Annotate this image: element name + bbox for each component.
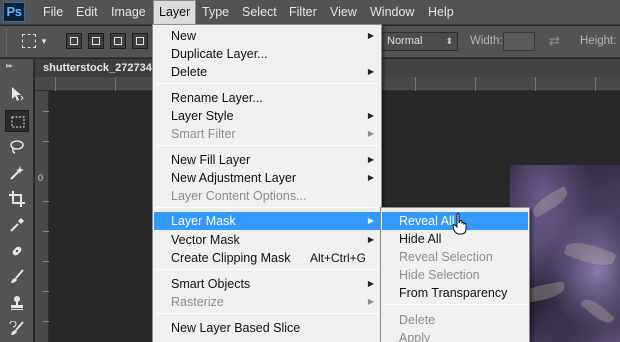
menu-separator <box>155 269 379 270</box>
menu-item-rename-layer[interactable]: Rename Layer... <box>154 89 380 107</box>
subtract-from-selection-icon[interactable] <box>110 33 126 49</box>
clone-stamp-tool-icon[interactable] <box>5 292 29 314</box>
new-selection-icon[interactable] <box>66 33 82 49</box>
menu-item-new[interactable]: New ▶ <box>154 27 380 45</box>
menu-file[interactable]: File <box>38 0 68 25</box>
menu-item-new-fill-layer[interactable]: New Fill Layer ▶ <box>154 151 380 169</box>
swap-icon[interactable]: ⇄ <box>549 33 560 49</box>
intersect-selection-icon[interactable] <box>132 33 148 49</box>
photoshop-logo: Ps <box>3 2 25 22</box>
add-to-selection-icon[interactable] <box>88 33 104 49</box>
options-bar-grip[interactable] <box>6 29 9 55</box>
menu-item-new-adjustment-layer[interactable]: New Adjustment Layer ▶ <box>154 169 380 187</box>
menu-item-layer-mask[interactable]: Layer Mask ▶ <box>154 212 380 230</box>
move-tool-icon[interactable] <box>5 83 29 105</box>
width-label: Width: <box>470 35 503 47</box>
menu-item-rasterize: Rasterize ▶ <box>171 295 374 309</box>
menu-item-layer-style[interactable]: Layer Style ▶ <box>154 107 380 125</box>
submenu-arrow-icon: ▶ <box>367 297 374 306</box>
submenu-arrow-icon: ▶ <box>367 111 374 120</box>
document-tab[interactable]: shutterstock_2727345 <box>35 59 155 77</box>
menu-item-layer-content-options: Layer Content Options... <box>171 189 307 203</box>
marquee-preset-icon[interactable] <box>22 34 36 48</box>
magic-wand-tool-icon[interactable] <box>5 162 29 184</box>
updown-arrow-icon: ⬍ <box>445 36 453 46</box>
menu-item-vector-mask[interactable]: Vector Mask ▶ <box>154 231 380 249</box>
submenu-arrow-icon: ▶ <box>367 235 374 244</box>
submenu-arrow-icon: ▶ <box>367 129 374 138</box>
collapse-panel-icon[interactable]: ▸▸ <box>6 61 13 70</box>
menu-select[interactable]: Select <box>237 0 282 25</box>
menu-separator <box>383 304 527 305</box>
menu-item-new-layer-based-slice[interactable]: New Layer Based Slice <box>154 319 380 337</box>
height-label: Height: <box>580 35 617 47</box>
submenu-item-from-transparency[interactable]: From Transparency <box>382 284 528 302</box>
brush-tool-icon[interactable] <box>5 266 29 288</box>
tools-panel: ▸▸ <box>0 59 34 342</box>
submenu-arrow-icon: ▶ <box>367 173 374 182</box>
submenu-arrow-icon: ▶ <box>367 216 374 225</box>
history-brush-tool-icon[interactable] <box>5 318 29 340</box>
submenu-arrow-icon: ▶ <box>367 279 374 288</box>
eyedropper-tool-icon[interactable] <box>5 214 29 236</box>
menu-item-create-clipping-mask[interactable]: Create Clipping Mask Alt+Ctrl+G <box>154 249 380 267</box>
shortcut-label: Alt+Ctrl+G <box>309 251 366 265</box>
healing-brush-tool-icon[interactable] <box>5 240 29 262</box>
submenu-item-hide-selection: Hide Selection <box>399 268 480 282</box>
menu-view[interactable]: View <box>325 0 362 25</box>
menu-edit[interactable]: Edit <box>71 0 103 25</box>
crop-tool-icon[interactable] <box>5 188 29 210</box>
menu-separator <box>155 207 379 208</box>
ruler-zero-label: 0 <box>38 173 44 183</box>
menu-help[interactable]: Help <box>423 0 459 25</box>
menu-separator <box>155 313 379 314</box>
lasso-tool-icon[interactable] <box>5 136 29 158</box>
layer-menu-dropdown: New ▶ Duplicate Layer... Delete ▶ Rename L… <box>152 24 382 342</box>
menu-item-smart-objects[interactable]: Smart Objects ▶ <box>154 275 380 293</box>
width-field[interactable] <box>503 32 535 51</box>
chevron-down-icon[interactable]: ▼ <box>40 37 48 46</box>
submenu-arrow-icon: ▶ <box>367 155 374 164</box>
rectangular-marquee-tool-icon[interactable] <box>5 110 29 132</box>
menu-item-smart-filter: Smart Filter ▶ <box>171 127 374 141</box>
menu-image[interactable]: Image <box>106 0 151 25</box>
menu-filter[interactable]: Filter <box>284 0 322 25</box>
menu-window[interactable]: Window <box>365 0 419 25</box>
menu-item-delete[interactable]: Delete ▶ <box>154 63 380 81</box>
submenu-item-apply: Apply <box>399 331 431 342</box>
submenu-arrow-icon: ▶ <box>367 67 374 76</box>
style-select[interactable]: Normal ⬍ <box>380 32 458 51</box>
menu-layer[interactable]: Layer <box>153 0 197 26</box>
vertical-ruler[interactable]: 0 <box>35 91 49 342</box>
menu-item-duplicate-layer[interactable]: Duplicate Layer... <box>154 45 380 63</box>
submenu-item-reveal-selection: Reveal Selection <box>399 250 493 264</box>
menu-separator <box>155 83 379 84</box>
submenu-arrow-icon: ▶ <box>367 31 374 40</box>
menu-type[interactable]: Type <box>197 0 234 25</box>
menu-separator <box>155 145 379 146</box>
menu-bar: Ps File Edit Image Layer Type Select Fil… <box>0 0 620 26</box>
submenu-item-delete: Delete <box>399 313 436 327</box>
hand-cursor-icon <box>452 213 468 235</box>
style-select-value: Normal <box>387 35 423 47</box>
